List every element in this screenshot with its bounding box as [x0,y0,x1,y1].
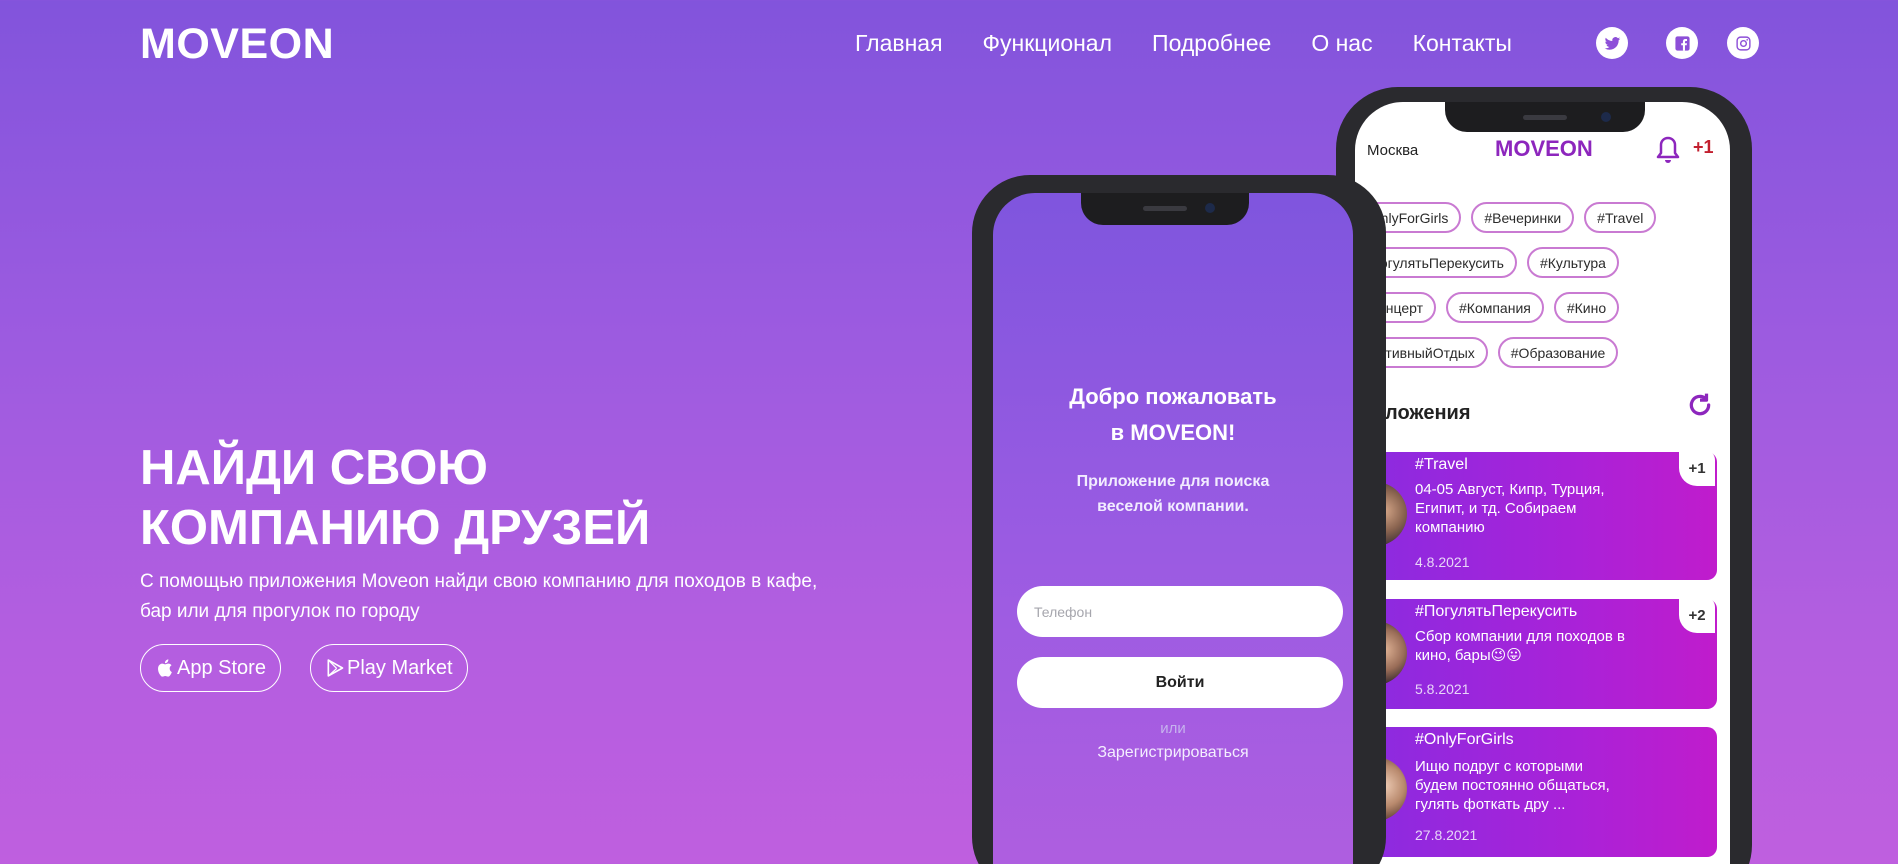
instagram-icon [1735,35,1751,51]
hero-title: НАЙДИ СВОЮ КОМПАНИЮ ДРУЗЕЙ [140,438,650,558]
offer-card[interactable]: #ПогулятьПерекусить Сбор компании для по… [1355,597,1717,709]
twitter-icon [1604,36,1620,50]
top-navigation: MOVEON Главная Функционал Подробнее О на… [0,0,1898,90]
tag-chip[interactable]: #Кино [1553,292,1620,323]
feed-screen: Москва MOVEON +1 #OnlyForGirls #Вечеринк… [1355,102,1730,864]
tag-row: #OnlyForGirls #Вечеринки #Travel [1355,202,1730,233]
main-menu: Главная Функционал Подробнее О нас Конта… [855,30,1512,57]
tagline-line1: Приложение для поиска [1076,473,1270,490]
site-logo[interactable]: MOVEON [140,20,334,69]
register-link[interactable]: Зарегистрироваться [993,744,1353,762]
app-tagline: Приложение для поиска веселой компании. [993,469,1353,519]
notification-count: +1 [1693,137,1714,157]
instagram-button[interactable] [1727,27,1759,59]
tag-cloud: #OnlyForGirls #Вечеринки #Travel #Погуля… [1355,202,1730,382]
card-text: Сбор компании для походов в кино, бары😉😛 [1415,628,1625,664]
card-tag: #Travel [1415,456,1468,473]
apple-icon [158,659,172,677]
phone-notch [1081,193,1249,225]
facebook-icon [1674,35,1690,51]
facebook-button[interactable] [1666,27,1698,59]
login-screen: Добро пожаловать в MOVEON! Приложение дл… [993,193,1353,864]
tag-row: #АктивныйОтдых #Образование [1355,337,1730,368]
hero-title-line1: НАЙДИ СВОЮ [140,441,488,495]
tag-chip[interactable]: #Культура [1526,247,1619,278]
card-tag: #OnlyForGirls [1415,731,1514,748]
nav-link-details[interactable]: Подробнее [1152,30,1271,57]
tag-row: #Концерт #Компания #Кино [1355,292,1730,323]
tag-row: #ПогулятьПерекусить #Культура [1355,247,1730,278]
play-market-icon [327,659,344,677]
twitter-button[interactable] [1596,27,1628,59]
phone-notch [1445,102,1645,132]
or-divider: или [1160,720,1186,737]
hero-title-line2: КОМПАНИЮ ДРУЗЕЙ [140,501,651,555]
tag-chip[interactable]: #Travel [1584,202,1657,233]
nav-link-contacts[interactable]: Контакты [1413,30,1512,57]
app-store-button[interactable]: App Store [140,644,281,692]
play-market-button[interactable]: Play Market [310,644,468,692]
bell-icon[interactable] [1656,135,1680,165]
welcome-line2: в MOVEON! [1110,420,1236,445]
card-text: Ищю подруг с которыми будем постоянно об… [1415,758,1610,813]
card-date: 27.8.2021 [1415,827,1478,843]
phone-input[interactable]: Телефон [1017,586,1343,637]
card-badge: +1 [1679,450,1715,486]
nav-link-home[interactable]: Главная [855,30,943,57]
app-logo: MOVEON [1495,136,1593,161]
offer-card[interactable]: #OnlyForGirls Ищю подруг с которыми буде… [1355,727,1717,857]
tag-chip[interactable]: #Компания [1446,292,1544,323]
card-badge: +2 [1679,597,1715,633]
tag-chip[interactable]: #Образование [1497,337,1619,368]
tagline-line2: веселой компании. [1097,498,1249,515]
city-label[interactable]: Москва [1367,142,1418,159]
login-button[interactable]: Войти [1017,657,1343,708]
hero-subtitle: С помощью приложения Moveon найди свою к… [140,571,818,622]
app-store-label: App Store [177,656,266,679]
play-market-label: Play Market [347,656,453,679]
welcome-heading: Добро пожаловать в MOVEON! [993,379,1353,451]
card-date: 5.8.2021 [1415,681,1470,697]
card-text: 04-05 Август, Кипр, Турция, Египит, и тд… [1415,481,1605,536]
refresh-icon[interactable] [1687,392,1713,418]
card-date: 4.8.2021 [1415,554,1470,570]
card-tag: #ПогулятьПерекусить [1415,603,1578,620]
nav-link-about[interactable]: О нас [1311,30,1372,57]
offer-card[interactable]: #Travel 04-05 Август, Кипр, Турция, Егип… [1355,450,1717,580]
nav-link-features[interactable]: Функционал [983,30,1112,57]
welcome-line1: Добро пожаловать [1069,384,1277,409]
tag-chip[interactable]: #Вечеринки [1471,202,1575,233]
